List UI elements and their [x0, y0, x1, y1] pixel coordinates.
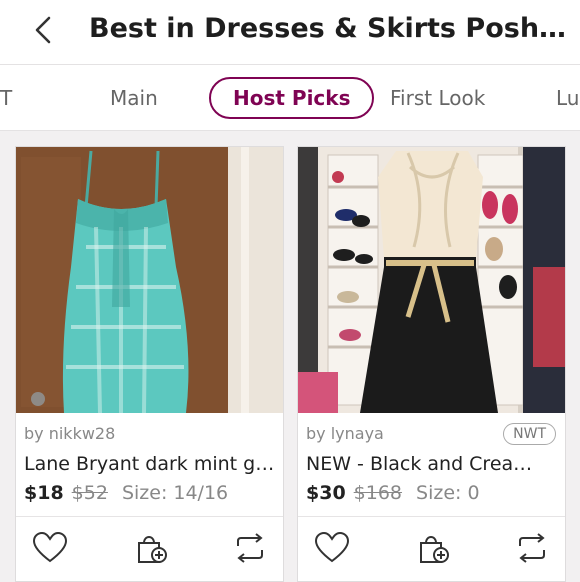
page-title: Best in Dresses & Skirts Posh…: [89, 13, 567, 44]
listing-price: $18: [24, 482, 64, 504]
listing-photo-mint-dress[interactable]: [16, 147, 283, 413]
original-price: $52: [71, 482, 108, 504]
tab-bar: T Main Host Picks First Look Lu: [0, 65, 580, 131]
heart-icon[interactable]: [32, 531, 68, 565]
listing-title[interactable]: Lane Bryant dark mint g…: [24, 453, 276, 475]
divider: [16, 516, 283, 517]
heart-icon[interactable]: [314, 531, 350, 565]
share-icon[interactable]: [232, 531, 268, 565]
listing-price: $30: [306, 482, 346, 504]
add-to-bundle-icon[interactable]: [415, 531, 451, 565]
listing-size: Size: 14/16: [121, 482, 229, 504]
tab-partial-left[interactable]: T: [0, 77, 12, 119]
listing-title[interactable]: NEW - Black and Crea…: [306, 453, 558, 475]
seller-name[interactable]: by nikkw28: [24, 424, 115, 443]
share-icon[interactable]: [514, 531, 550, 565]
header-bar: Best in Dresses & Skirts Posh…: [0, 0, 580, 65]
listing-photo-black-cream-dress[interactable]: [298, 147, 565, 413]
listing-card[interactable]: by lynaya NWT NEW - Black and Crea… $30 $…: [297, 146, 566, 582]
price-line: $18 $52 Size: 14/16: [24, 482, 228, 504]
nwt-badge: NWT: [503, 423, 556, 445]
listing-size: Size: 0: [416, 482, 480, 504]
tab-first-look[interactable]: First Look: [390, 77, 485, 119]
tab-main[interactable]: Main: [110, 77, 158, 119]
tab-partial-right[interactable]: Lu: [556, 77, 579, 119]
add-to-bundle-icon[interactable]: [133, 531, 169, 565]
listing-card[interactable]: by nikkw28 Lane Bryant dark mint g… $18 $…: [15, 146, 284, 582]
tab-host-picks[interactable]: Host Picks: [209, 77, 375, 119]
divider: [298, 516, 565, 517]
original-price: $168: [353, 482, 403, 504]
seller-name[interactable]: by lynaya: [306, 424, 384, 443]
price-line: $30 $168 Size: 0: [306, 482, 480, 504]
back-chevron-icon[interactable]: [30, 15, 60, 45]
